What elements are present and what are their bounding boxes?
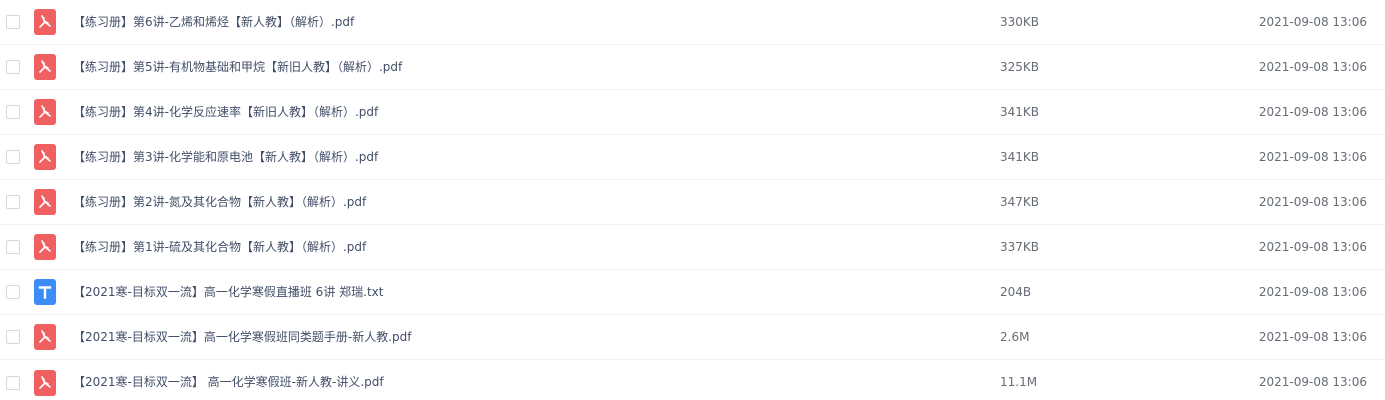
file-size: 2.6M xyxy=(1000,330,1030,344)
file-modified-date: 2021-09-08 13:06 xyxy=(1258,330,1367,344)
file-row[interactable]: 【练习册】第5讲-有机物基础和甲烷【新旧人教】（解析）.pdf 325KB 20… xyxy=(0,45,1385,90)
row-checkbox[interactable] xyxy=(6,285,20,299)
pdf-icon[interactable] xyxy=(34,9,56,35)
file-name[interactable]: 【2021寒-目标双一流】高一化学寒假直播班 6讲 郑瑞.txt xyxy=(73,270,383,315)
row-checkbox[interactable] xyxy=(6,60,20,74)
file-modified-date: 2021-09-08 13:06 xyxy=(1258,150,1367,164)
file-row[interactable]: 【练习册】第6讲-乙烯和烯烃【新人教】（解析）.pdf 330KB 2021-0… xyxy=(0,0,1385,45)
file-row[interactable]: 【练习册】第4讲-化学反应速率【新旧人教】（解析）.pdf 341KB 2021… xyxy=(0,90,1385,135)
row-checkbox[interactable] xyxy=(6,195,20,209)
file-modified-date: 2021-09-08 13:06 xyxy=(1258,285,1367,299)
file-name[interactable]: 【练习册】第3讲-化学能和原电池【新人教】（解析）.pdf xyxy=(73,135,378,180)
file-name[interactable]: 【练习册】第1讲-硫及其化合物【新人教】（解析）.pdf xyxy=(73,225,366,270)
row-checkbox[interactable] xyxy=(6,240,20,254)
file-name[interactable]: 【练习册】第6讲-乙烯和烯烃【新人教】（解析）.pdf xyxy=(73,0,354,45)
file-row[interactable]: 【2021寒-目标双一流】高一化学寒假直播班 6讲 郑瑞.txt 204B 20… xyxy=(0,270,1385,315)
row-checkbox[interactable] xyxy=(6,105,20,119)
pdf-icon[interactable] xyxy=(34,369,56,396)
file-name[interactable]: 【练习册】第2讲-氮及其化合物【新人教】（解析）.pdf xyxy=(73,180,366,225)
file-modified-date: 2021-09-08 13:06 xyxy=(1258,60,1367,74)
file-size: 341KB xyxy=(1000,150,1040,164)
file-row[interactable]: 【练习册】第3讲-化学能和原电池【新人教】（解析）.pdf 341KB 2021… xyxy=(0,135,1385,180)
file-size: 204B xyxy=(1000,285,1032,299)
file-size: 347KB xyxy=(1000,195,1040,209)
row-checkbox[interactable] xyxy=(6,375,20,390)
file-size: 341KB xyxy=(1000,105,1040,119)
file-modified-date: 2021-09-08 13:06 xyxy=(1258,105,1367,119)
file-row[interactable]: 【2021寒-目标双一流】 高一化学寒假班-新人教-讲义.pdf 11.1M 2… xyxy=(0,360,1385,400)
pdf-icon[interactable] xyxy=(34,324,56,350)
row-checkbox[interactable] xyxy=(6,15,20,29)
file-size: 325KB xyxy=(1000,60,1040,74)
file-row[interactable]: 【练习册】第2讲-氮及其化合物【新人教】（解析）.pdf 347KB 2021-… xyxy=(0,180,1385,225)
file-name[interactable]: 【2021寒-目标双一流】高一化学寒假班同类题手册-新人教.pdf xyxy=(73,315,411,360)
pdf-icon[interactable] xyxy=(34,234,56,260)
file-row[interactable]: 【练习册】第1讲-硫及其化合物【新人教】（解析）.pdf 337KB 2021-… xyxy=(0,225,1385,270)
file-name[interactable]: 【练习册】第4讲-化学反应速率【新旧人教】（解析）.pdf xyxy=(73,90,378,135)
file-modified-date: 2021-09-08 13:06 xyxy=(1258,195,1367,209)
file-size: 330KB xyxy=(1000,15,1040,29)
file-modified-date: 2021-09-08 13:06 xyxy=(1258,15,1367,29)
file-name[interactable]: 【练习册】第5讲-有机物基础和甲烷【新旧人教】（解析）.pdf xyxy=(73,45,402,90)
file-modified-date: 2021-09-08 13:06 xyxy=(1258,375,1367,389)
txt-icon[interactable] xyxy=(34,279,56,305)
file-size: 337KB xyxy=(1000,240,1040,254)
pdf-icon[interactable] xyxy=(34,54,56,80)
file-size: 11.1M xyxy=(1000,375,1038,389)
row-checkbox[interactable] xyxy=(6,150,20,164)
file-list: 【练习册】第6讲-乙烯和烯烃【新人教】（解析）.pdf 330KB 2021-0… xyxy=(0,0,1385,400)
row-checkbox[interactable] xyxy=(6,330,20,344)
file-name[interactable]: 【2021寒-目标双一流】 高一化学寒假班-新人教-讲义.pdf xyxy=(73,360,384,400)
pdf-icon[interactable] xyxy=(34,189,56,215)
file-modified-date: 2021-09-08 13:06 xyxy=(1258,240,1367,254)
file-row[interactable]: 【2021寒-目标双一流】高一化学寒假班同类题手册-新人教.pdf 2.6M 2… xyxy=(0,315,1385,360)
pdf-icon[interactable] xyxy=(34,99,56,125)
pdf-icon[interactable] xyxy=(34,144,56,170)
